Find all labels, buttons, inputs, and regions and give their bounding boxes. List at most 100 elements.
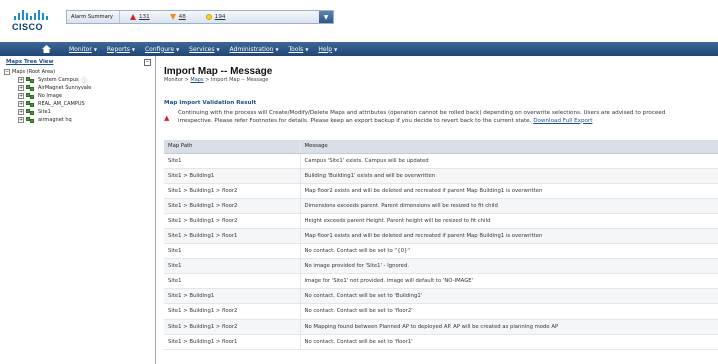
- table-body: Site1 Campus 'Site1' exists. Campus will …: [164, 153, 718, 350]
- alarm-dropdown-button[interactable]: ▼: [319, 11, 333, 23]
- cell-map-path: Site1: [164, 153, 301, 169]
- critical-alarm-icon: [129, 14, 136, 20]
- cell-message: No image provided for 'Site1' - Ignored.: [300, 258, 718, 275]
- cell-message: No Mapping found between Planned AP to d…: [300, 319, 718, 335]
- tree-item-label[interactable]: No Image: [38, 93, 62, 99]
- cell-message: No contact. Contact will be set to 'floo…: [300, 303, 718, 320]
- table-row: Site1 > Building1 No contact. Contact wil…: [164, 288, 718, 305]
- cell-map-path: Site1 > Building1 > floor1: [164, 228, 301, 245]
- warning-line-2: irrespective. Please refer Footnotes for…: [178, 117, 532, 124]
- info-icon: ⓘ: [81, 77, 87, 84]
- validation-result-table: Map Path Message Site1 Campus 'Site1' exi…: [164, 140, 718, 350]
- cisco-logo: CISCO: [12, 10, 48, 36]
- minor-alarm-icon: [205, 14, 212, 20]
- cisco-logo-bars-icon: [14, 10, 48, 20]
- expand-node-icon[interactable]: +: [18, 109, 24, 115]
- alarm-summary-bar[interactable]: Alarm Summary 131 48 194 ▼: [66, 10, 334, 24]
- collapse-node-icon[interactable]: −: [4, 69, 10, 75]
- expand-node-icon[interactable]: +: [18, 77, 24, 83]
- tree-item-system-campus[interactable]: + System Campus ⓘ: [4, 76, 155, 84]
- campus-icon: [26, 108, 35, 116]
- tree-item-label[interactable]: Site1: [38, 109, 51, 115]
- breadcrumb-prefix: Monitor >: [164, 77, 191, 83]
- alarm-major-count[interactable]: 48: [179, 14, 186, 20]
- campus-icon: [26, 92, 35, 100]
- cell-map-path: Site1: [164, 273, 301, 290]
- table-header-row: Map Path Message: [164, 140, 718, 154]
- alarm-critical-count[interactable]: 131: [139, 14, 150, 20]
- cell-message: No contact. Contact will be set to ''{0}…: [300, 243, 718, 260]
- table-row: Site1 > Building1 > floor2 Dimensions exc…: [164, 198, 718, 214]
- column-header-map-path[interactable]: Map Path: [164, 140, 301, 154]
- table-row: Site1 > Building1 > floor1 No contact. Co…: [164, 334, 718, 350]
- menu-configure[interactable]: Configure ▼: [140, 46, 184, 53]
- sidebar-title[interactable]: Maps Tree View: [6, 59, 53, 65]
- table-row: Site1 > Building1 > floor2 Height exceeds…: [164, 213, 718, 229]
- breadcrumb: Monitor > Maps > Import Map -- Message: [164, 77, 268, 83]
- menu-help[interactable]: Help ▼: [313, 46, 342, 53]
- top-header: CISCO Alarm Summary 131 48 194 ▼: [0, 0, 718, 42]
- alarm-summary-label: Alarm Summary: [67, 11, 120, 23]
- cisco-logo-text: CISCO: [12, 22, 44, 32]
- column-header-message[interactable]: Message: [300, 140, 718, 154]
- tree-root[interactable]: − Maps (Root Area): [4, 68, 155, 76]
- menu-reports[interactable]: Reports ▼: [102, 46, 140, 53]
- cell-message: Building 'Building1' exists and will be …: [300, 168, 718, 184]
- expand-node-icon[interactable]: +: [18, 117, 24, 123]
- major-alarm-icon: [169, 14, 176, 20]
- tree-item-airmagnet-sunnyvale[interactable]: + AirMagnet Sunnyvale: [4, 84, 155, 92]
- table-row: Site1 > Building1 > floor2 Map floor2 exi…: [164, 183, 718, 199]
- tree-root-label[interactable]: Maps (Root Area): [12, 69, 55, 75]
- section-title: Map Import Validation Result: [164, 100, 257, 106]
- tree-item-real-am-campus[interactable]: + REAL_AM_CAMPUS: [4, 100, 155, 108]
- expand-node-icon[interactable]: +: [18, 101, 24, 107]
- alarm-critical[interactable]: 131: [120, 14, 160, 20]
- main-content: Import Map -- Message Monitor > Maps > I…: [160, 56, 718, 364]
- tree-item-label[interactable]: AirMagnet Sunnyvale: [38, 85, 91, 91]
- maps-tree: − Maps (Root Area) + System Campus ⓘ + A…: [0, 68, 155, 124]
- menu-services[interactable]: Services ▼: [184, 46, 224, 53]
- tree-item-label[interactable]: REAL_AM_CAMPUS: [38, 101, 85, 107]
- maps-tree-sidebar: Maps Tree View − − Maps (Root Area) + Sy…: [0, 56, 156, 364]
- campus-icon: [26, 84, 35, 92]
- tree-item-label[interactable]: airmagnet hq: [38, 117, 72, 123]
- menu-monitor[interactable]: Monitor ▼: [64, 46, 102, 53]
- alarm-major[interactable]: 48: [160, 14, 196, 20]
- warning-text: Continuing with the process will Create/…: [178, 110, 718, 125]
- cell-map-path: Site1 > Building1 > floor2: [164, 303, 301, 320]
- page-title: Import Map -- Message: [164, 66, 273, 77]
- tree-item-no-image[interactable]: + No Image: [4, 92, 155, 100]
- cell-map-path: Site1 > Building1 > floor2: [164, 213, 301, 229]
- cell-message: Map floor1 exists and will be deleted an…: [300, 228, 718, 245]
- cell-message: Campus 'Site1' exists. Campus will be up…: [300, 153, 718, 169]
- alarm-minor-count[interactable]: 194: [215, 14, 226, 20]
- expand-node-icon[interactable]: +: [18, 93, 24, 99]
- table-row: Site1 No image provided for 'Site1' - Ign…: [164, 258, 718, 275]
- tree-item-airmagnet-hq[interactable]: + airmagnet hq: [4, 116, 155, 124]
- table-row: Site1 > Building1 > floor2 No contact. Co…: [164, 303, 718, 320]
- menu-administration[interactable]: Administration ▼: [225, 46, 284, 53]
- menu-tools[interactable]: Tools ▼: [284, 46, 314, 53]
- table-row: Site1 > Building1 > floor2 No Mapping fou…: [164, 319, 718, 335]
- cell-message: No contact. Contact will be set to 'floo…: [300, 334, 718, 350]
- warning-icon: ▲: [164, 114, 170, 122]
- table-row: Site1 > Building1 Building 'Building1' ex…: [164, 168, 718, 184]
- cell-map-path: Site1 > Building1 > floor2: [164, 183, 301, 199]
- table-row: Site1 > Building1 > floor1 Map floor1 exi…: [164, 228, 718, 245]
- expand-node-icon[interactable]: +: [18, 85, 24, 91]
- breadcrumb-link-maps[interactable]: Maps: [190, 77, 203, 83]
- collapse-sidebar-button[interactable]: −: [144, 58, 151, 66]
- warning-message: ▲ Continuing with the process will Creat…: [164, 110, 718, 125]
- tree-item-label[interactable]: System Campus: [38, 77, 79, 83]
- tree-item-site1[interactable]: + Site1: [4, 108, 155, 116]
- table-row: Site1 Image for 'Site1' not provided. Ima…: [164, 273, 718, 290]
- cell-map-path: Site1 > Building1: [164, 168, 301, 184]
- cell-map-path: Site1 > Building1 > floor2: [164, 319, 301, 335]
- alarm-minor[interactable]: 194: [196, 14, 236, 20]
- cell-map-path: Site1 > Building1 > floor2: [164, 198, 301, 214]
- cell-map-path: Site1: [164, 243, 301, 260]
- campus-icon: [26, 100, 35, 108]
- campus-icon: [26, 116, 35, 124]
- download-full-export-link[interactable]: Download Full Export: [533, 118, 592, 124]
- home-button[interactable]: [34, 45, 58, 53]
